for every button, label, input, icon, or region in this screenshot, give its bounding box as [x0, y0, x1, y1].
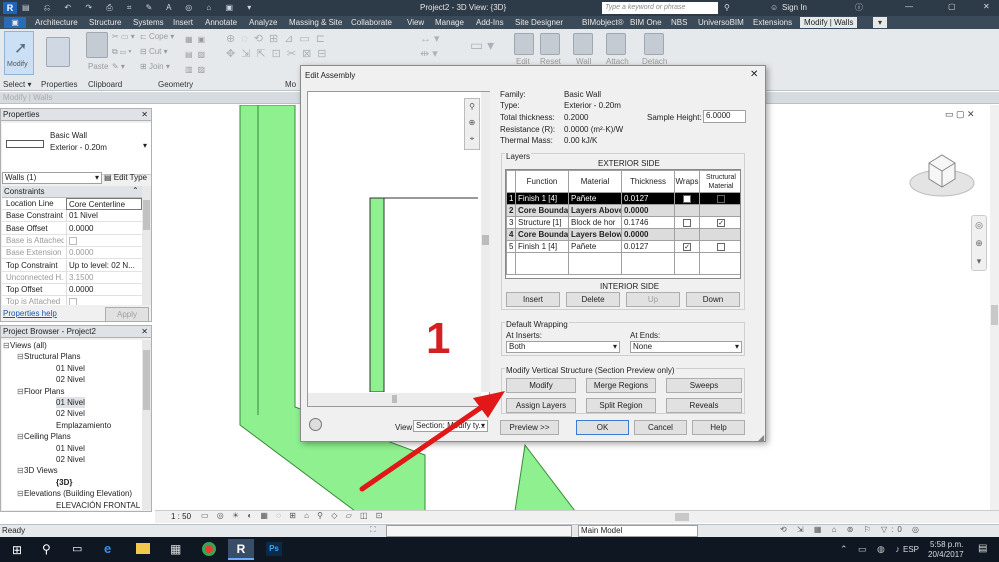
notifications-icon[interactable]: ▤ [978, 543, 987, 554]
windows-start-icon[interactable]: ⊞ [12, 543, 22, 557]
clock-time[interactable]: 5:58 p.m. [930, 540, 963, 549]
language-indicator[interactable]: ESP [903, 545, 919, 554]
revit-taskbar-icon[interactable]: R [228, 539, 254, 560]
annotation-arrow [359, 391, 505, 492]
edge-icon[interactable]: e [104, 541, 111, 556]
task-view-icon[interactable]: ▭ [72, 542, 82, 555]
photoshop-icon[interactable]: Ps [266, 542, 282, 556]
clock-date[interactable]: 20/4/2017 [928, 550, 964, 559]
chrome-icon[interactable] [202, 542, 216, 556]
search-icon[interactable]: ⚲ [42, 542, 51, 556]
taskbar: ⊞ ⚲ ▭ e ▦ R Ps ⌃ ▭ ◍ ♪ ESP 5:58 p.m. 20/… [0, 537, 999, 562]
calculator-icon[interactable]: ▦ [170, 542, 181, 556]
file-explorer-icon[interactable] [136, 543, 150, 554]
tray-icons[interactable]: ⌃ ▭ ◍ ♪ [840, 544, 904, 555]
